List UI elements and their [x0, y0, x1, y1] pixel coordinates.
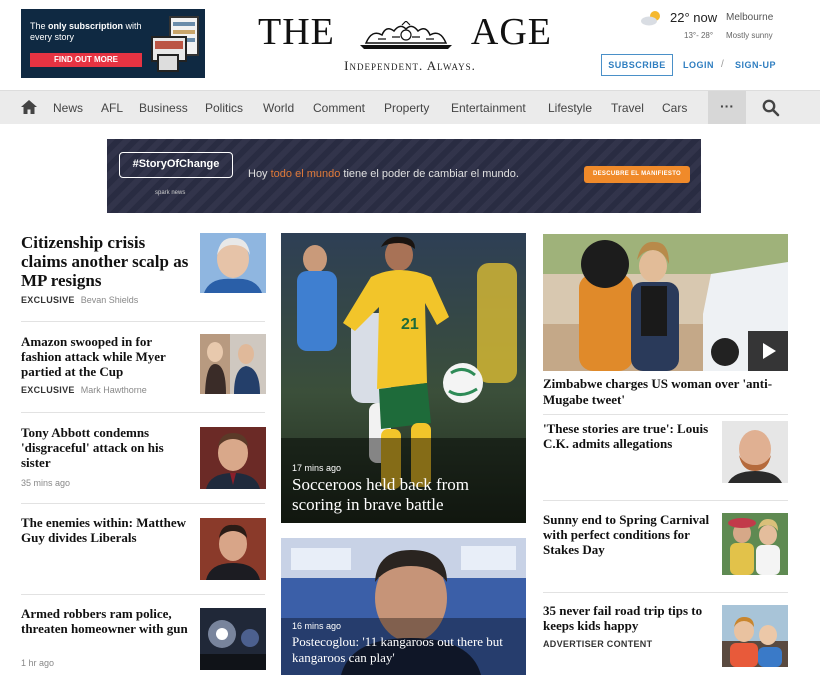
promo-text: The only subscription with every story	[30, 21, 142, 42]
nav-item-property[interactable]: Property	[384, 101, 429, 115]
kids-car-image	[722, 605, 788, 667]
ad-message: Hoy todo el mundo tiene el poder de camb…	[248, 168, 519, 180]
hero-story-socceroos[interactable]: 21 17 mins ago Socceroos held back from …	[281, 233, 526, 523]
police-lights-image	[200, 608, 266, 670]
nav-item-news[interactable]: News	[53, 101, 83, 115]
story-thumbnail[interactable]	[722, 605, 788, 667]
story-thumbnail[interactable]	[722, 513, 788, 575]
headline[interactable]: Amazon swooped in for fashion attack whi…	[21, 334, 191, 379]
sponsor-label: ADVERTISER CONTENT	[543, 639, 653, 649]
play-icon	[763, 343, 776, 359]
story-louis-ck[interactable]: 'These stories are true': Louis C.K. adm…	[543, 421, 788, 486]
weather-range: 13°- 28°	[684, 31, 714, 40]
svg-text:21: 21	[401, 316, 419, 333]
nav-item-politics[interactable]: Politics	[205, 101, 243, 115]
subscribe-button[interactable]: SUBSCRIBE	[601, 54, 673, 76]
portrait-image	[200, 518, 266, 580]
home-icon[interactable]	[21, 100, 37, 114]
subscription-promo[interactable]: The only subscription with every story F…	[21, 9, 205, 78]
nav-item-lifestyle[interactable]: Lifestyle	[548, 101, 592, 115]
ad-hashtag: #StoryOfChange	[119, 152, 233, 178]
second-headline[interactable]: Postecoglou: '11 kangaroos out there but…	[292, 634, 518, 666]
hero-timestamp: 17 mins ago	[292, 463, 342, 473]
headline[interactable]: Armed robbers ram police, threaten homeo…	[21, 606, 191, 636]
headline[interactable]: 35 never fail road trip tips to keeps ki…	[543, 603, 713, 633]
tagline: Independent. Always.	[344, 58, 476, 73]
partly-sunny-icon	[641, 11, 660, 26]
weather-city: Melbourne	[726, 12, 774, 23]
nav-item-business[interactable]: Business	[139, 101, 188, 115]
portrait-image	[722, 421, 788, 483]
story-spring-carnival[interactable]: Sunny end to Spring Carnival with perfec…	[543, 512, 788, 584]
play-button[interactable]	[748, 331, 788, 371]
nav-item-travel[interactable]: Travel	[611, 101, 644, 115]
racegoers-image	[722, 513, 788, 575]
find-out-more-button[interactable]: FIND OUT MORE	[30, 53, 142, 67]
timestamp: 1 hr ago	[21, 658, 55, 668]
fashion-image	[200, 334, 266, 394]
byline: EXCLUSIVE Mark Hawthorne	[21, 385, 147, 395]
headline[interactable]: Sunny end to Spring Carnival with perfec…	[543, 512, 713, 557]
nav-item-world[interactable]: World	[263, 101, 294, 115]
headline[interactable]: Citizenship crisis claims another scalp …	[21, 233, 191, 290]
story-citizenship[interactable]: Citizenship crisis claims another scalp …	[21, 233, 266, 313]
headline[interactable]: The enemies within: Matthew Guy divides …	[21, 515, 191, 545]
story-thumbnail[interactable]	[200, 608, 266, 670]
story-thumbnail[interactable]	[200, 334, 266, 394]
weather-temp: 22° now	[670, 10, 718, 25]
story-road-trip[interactable]: 35 never fail road trip tips to keeps ki…	[543, 603, 788, 669]
nav-item-cars[interactable]: Cars	[662, 101, 687, 115]
crest-icon	[360, 21, 452, 49]
story-thumbnail[interactable]	[200, 518, 266, 580]
story-abbott[interactable]: Tony Abbott condemns 'disgraceful' attac…	[21, 425, 266, 495]
zimbabwe-video[interactable]	[543, 234, 788, 371]
story-armed-robbers[interactable]: Armed robbers ram police, threaten homeo…	[21, 606, 266, 672]
timestamp: 35 mins ago	[21, 478, 71, 488]
second-timestamp: 16 mins ago	[292, 621, 342, 631]
byline: EXCLUSIVE Bevan Shields	[21, 295, 139, 305]
login-link[interactable]: LOGIN	[683, 60, 714, 70]
story-postecoglou[interactable]: 16 mins ago Postecoglou: '11 kangaroos o…	[281, 538, 526, 675]
zimbabwe-headline[interactable]: Zimbabwe charges US woman over 'anti-Mug…	[543, 376, 788, 408]
nav-item-afl[interactable]: AFL	[101, 101, 123, 115]
story-amazon[interactable]: Amazon swooped in for fashion attack whi…	[21, 334, 266, 404]
story-thumbnail[interactable]	[722, 421, 788, 483]
hero-headline[interactable]: Socceroos held back from scoring in brav…	[292, 475, 518, 515]
nav-more-button[interactable]: ···	[708, 91, 746, 124]
main-nav: News AFL Business Politics World Comment…	[0, 90, 820, 124]
nav-item-entertainment[interactable]: Entertainment	[451, 101, 526, 115]
nav-item-comment[interactable]: Comment	[313, 101, 365, 115]
ad-cta-button[interactable]: DESCUBRE EL MANIFIESTO	[584, 166, 690, 183]
search-icon[interactable]	[762, 99, 780, 117]
the-age-logo[interactable]: THE AGE	[258, 12, 554, 52]
headline[interactable]: 'These stories are true': Louis C.K. adm…	[543, 421, 713, 451]
account-separator: /	[721, 59, 724, 70]
story-matthew-guy[interactable]: The enemies within: Matthew Guy divides …	[21, 515, 266, 585]
signup-link[interactable]: SIGN-UP	[735, 60, 776, 70]
story-thumbnail[interactable]	[200, 427, 266, 489]
ad-brand: spark news	[155, 190, 186, 196]
advertisement-banner[interactable]: #StoryOfChange spark news Hoy todo el mu…	[107, 139, 701, 213]
portrait-image	[200, 233, 266, 293]
portrait-image	[200, 427, 266, 489]
story-thumbnail[interactable]	[200, 233, 266, 293]
devices-illustration	[151, 16, 199, 72]
weather-widget[interactable]: 22° now Melbourne 13°- 28° Mostly sunny	[640, 8, 800, 44]
headline[interactable]: Tony Abbott condemns 'disgraceful' attac…	[21, 425, 191, 470]
weather-condition: Mostly sunny	[726, 31, 773, 40]
